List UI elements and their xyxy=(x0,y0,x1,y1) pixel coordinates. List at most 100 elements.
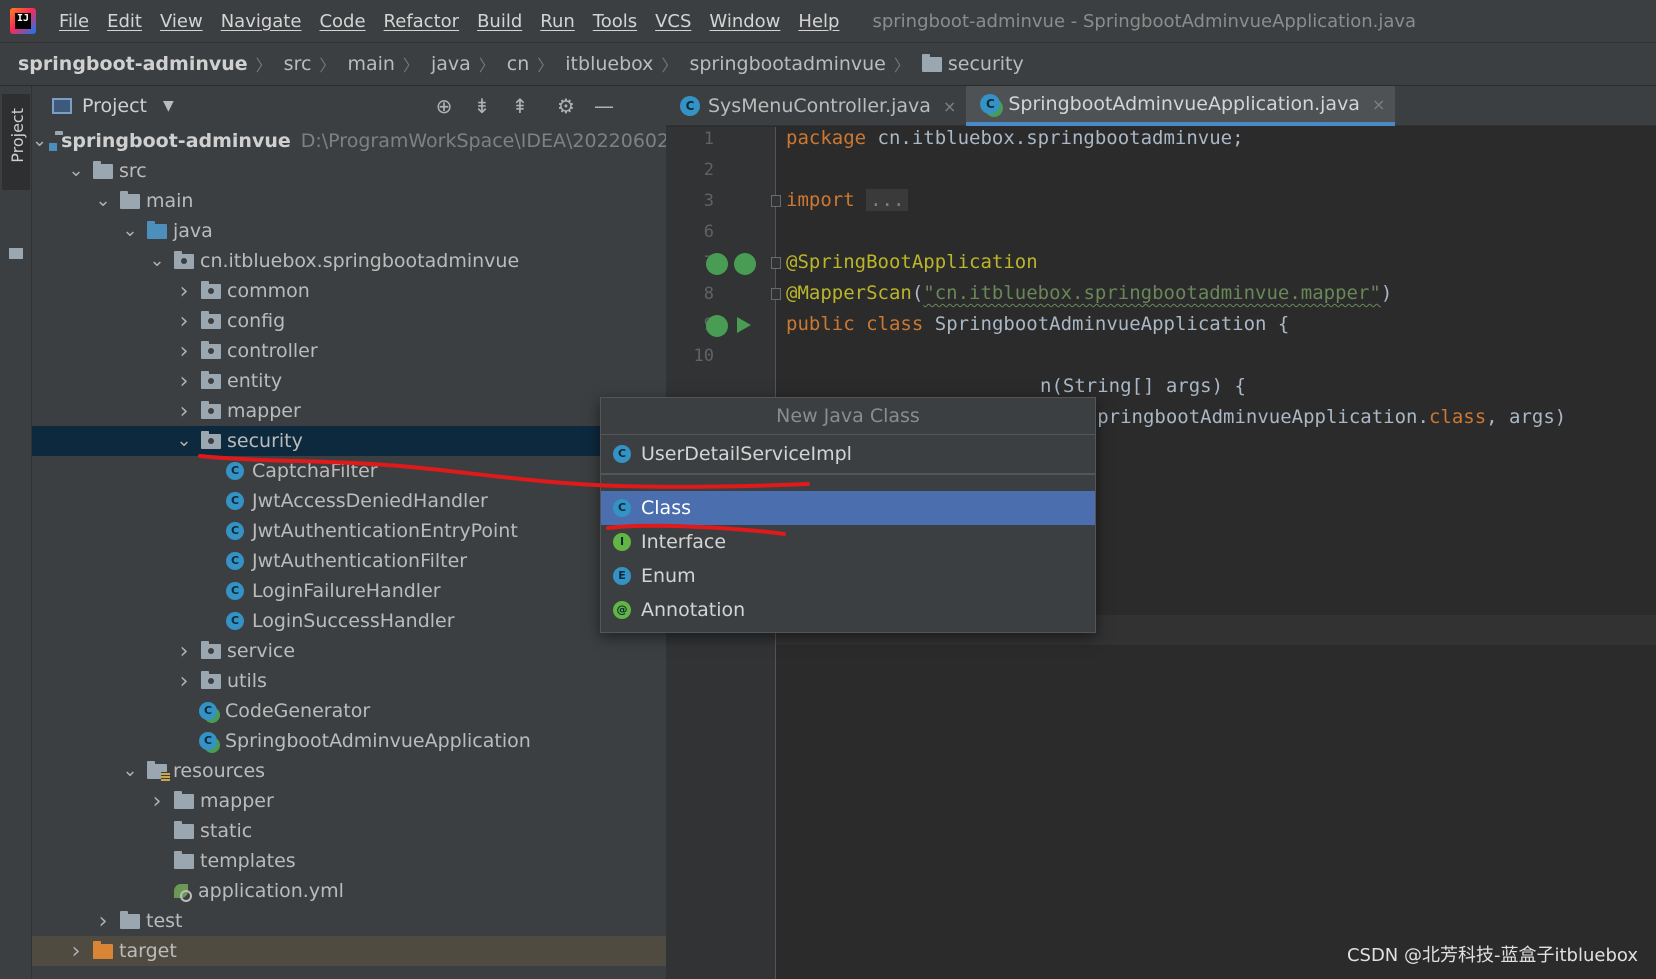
chevron-down-icon[interactable]: ▼ xyxy=(163,98,174,114)
chevron-right-icon[interactable]: › xyxy=(175,279,193,304)
tree-item-application-yml[interactable]: application.yml xyxy=(32,876,666,906)
kind-class-option[interactable]: C Class xyxy=(601,491,1095,525)
tree-item-cn-itbluebox-springbootadminvue[interactable]: ⌄ cn.itbluebox.springbootadminvue xyxy=(32,246,666,276)
chevron-down-icon[interactable]: ⌄ xyxy=(67,162,85,180)
chevron-down-icon[interactable]: ⌄ xyxy=(94,192,112,210)
tree-item-jwtaccessdeniedhandler[interactable]: C JwtAccessDeniedHandler xyxy=(32,486,666,516)
spring-context-icon[interactable] xyxy=(734,253,756,275)
breadcrumb-src[interactable]: src xyxy=(284,53,312,75)
menu-file[interactable]: File xyxy=(50,11,98,32)
menu-refactor[interactable]: Refactor xyxy=(375,11,469,32)
chevron-down-icon[interactable]: ⌄ xyxy=(175,432,193,450)
menu-tools[interactable]: Tools xyxy=(584,11,646,32)
collapse-all-icon[interactable]: ⇞ xyxy=(508,94,532,118)
breadcrumb-project[interactable]: springboot-adminvue xyxy=(18,53,248,75)
tab-springbootadminvueapplication[interactable]: C SpringbootAdminvueApplication.java × xyxy=(966,86,1396,126)
tree-item-java[interactable]: ⌄ java xyxy=(32,216,666,246)
run-icon[interactable] xyxy=(737,317,751,333)
breadcrumb-separator-icon: 〉 xyxy=(319,56,336,75)
folder-icon xyxy=(93,160,113,179)
menu-code[interactable]: Code xyxy=(310,11,374,32)
kind-interface-option[interactable]: I Interface xyxy=(601,525,1095,559)
expand-all-icon[interactable]: ⇟ xyxy=(470,94,494,118)
tree-item-entity[interactable]: › entity xyxy=(32,366,666,396)
tree-item-service[interactable]: › service xyxy=(32,636,666,666)
gear-icon[interactable]: ⚙ xyxy=(554,94,578,118)
breadcrumb-separator-icon: 〉 xyxy=(478,56,495,75)
tree-item-src[interactable]: ⌄ src xyxy=(32,156,666,186)
close-icon[interactable]: × xyxy=(943,97,956,116)
fold-icon[interactable] xyxy=(771,195,781,207)
tree-item-target[interactable]: › target xyxy=(32,936,666,966)
chevron-down-icon[interactable]: ⌄ xyxy=(148,252,166,270)
project-tool-window-tab[interactable]: Project xyxy=(2,94,30,190)
kind-enum-option[interactable]: E Enum xyxy=(601,559,1095,593)
package-icon xyxy=(201,430,221,449)
tree-item-springboot-adminvue[interactable]: ⌄ springboot-adminvue D:\ProgramWorkSpace\… xyxy=(32,126,666,156)
chevron-right-icon[interactable]: › xyxy=(148,789,166,814)
tree-item-utils[interactable]: › utils xyxy=(32,666,666,696)
tree-item-jwtauthenticationentrypoint[interactable]: C JwtAuthenticationEntryPoint xyxy=(32,516,666,546)
chevron-right-icon[interactable]: › xyxy=(175,339,193,364)
tree-item-controller[interactable]: › controller xyxy=(32,336,666,366)
tree-item-templates[interactable]: templates xyxy=(32,846,666,876)
spring-boot-icon[interactable] xyxy=(706,315,728,337)
menu-navigate[interactable]: Navigate xyxy=(212,11,311,32)
kind-annotation-option[interactable]: @ Annotation xyxy=(601,593,1095,627)
tree-item-security[interactable]: ⌄ security xyxy=(32,426,666,456)
line-number: 2 xyxy=(703,160,714,180)
tree-item-static[interactable]: static xyxy=(32,816,666,846)
tree-item-loginsuccesshandler[interactable]: C LoginSuccessHandler xyxy=(32,606,666,636)
fold-icon[interactable] xyxy=(771,257,781,269)
tree-item-mapper[interactable]: › mapper xyxy=(32,786,666,816)
tree-item-label: JwtAuthenticationFilter xyxy=(252,550,468,572)
popup-title: New Java Class xyxy=(601,398,1095,435)
menu-vcs[interactable]: VCS xyxy=(646,11,700,32)
tree-item-jwtauthenticationfilter[interactable]: C JwtAuthenticationFilter xyxy=(32,546,666,576)
tree-item-resources[interactable]: ⌄ resources xyxy=(32,756,666,786)
code-text: , args) xyxy=(1486,406,1567,428)
tree-item-codegenerator[interactable]: C CodeGenerator xyxy=(32,696,666,726)
spring-bean-icon[interactable] xyxy=(706,253,728,275)
breadcrumb-main[interactable]: main xyxy=(347,53,394,75)
menu-edit[interactable]: Edit xyxy=(98,11,151,32)
breadcrumb-java[interactable]: java xyxy=(431,53,471,75)
locate-icon[interactable]: ⊕ xyxy=(432,94,456,118)
hide-icon[interactable]: — xyxy=(592,94,616,118)
chevron-right-icon[interactable]: › xyxy=(175,369,193,394)
tree-item-loginfailurehandler[interactable]: C LoginFailureHandler xyxy=(32,576,666,606)
chevron-right-icon[interactable]: › xyxy=(67,939,85,964)
close-icon[interactable]: × xyxy=(1372,95,1385,114)
chevron-down-icon[interactable]: ⌄ xyxy=(32,132,47,150)
menu-help[interactable]: Help xyxy=(789,11,848,32)
tree-item-config[interactable]: › config xyxy=(32,306,666,336)
chevron-right-icon[interactable]: › xyxy=(175,309,193,334)
tree-item-mapper[interactable]: › mapper xyxy=(32,396,666,426)
breadcrumb-springbootadminvue[interactable]: springbootadminvue xyxy=(689,53,885,75)
class-name-input[interactable]: C UserDetailServiceImpl xyxy=(601,435,1095,475)
tree-item-springbootadminvueapplication[interactable]: C SpringbootAdminvueApplication xyxy=(32,726,666,756)
chevron-right-icon[interactable]: › xyxy=(175,399,193,424)
menu-window[interactable]: Window xyxy=(700,11,789,32)
breadcrumb-itbluebox[interactable]: itbluebox xyxy=(565,53,653,75)
chevron-down-icon[interactable]: ⌄ xyxy=(121,222,139,240)
chevron-right-icon[interactable]: › xyxy=(94,909,112,934)
chevron-right-icon[interactable]: › xyxy=(175,669,193,694)
chevron-down-icon[interactable]: ⌄ xyxy=(121,762,139,780)
menu-run[interactable]: Run xyxy=(531,11,584,32)
breadcrumb-cn[interactable]: cn xyxy=(507,53,530,75)
breadcrumb-security[interactable]: security xyxy=(948,53,1024,75)
tree-item-label: java xyxy=(173,220,213,242)
class-icon: C xyxy=(680,96,700,116)
tree-item-main[interactable]: ⌄ main xyxy=(32,186,666,216)
menu-view[interactable]: View xyxy=(151,11,212,32)
fold-icon[interactable] xyxy=(771,288,781,300)
tree-item-common[interactable]: › common xyxy=(32,276,666,306)
folded-imports[interactable]: ... xyxy=(866,189,909,211)
project-panel-title[interactable]: Project xyxy=(82,95,147,117)
chevron-right-icon[interactable]: › xyxy=(175,639,193,664)
tree-item-captchafilter[interactable]: C CaptchaFilter xyxy=(32,456,666,486)
menu-build[interactable]: Build xyxy=(468,11,531,32)
tab-sysmenucontroller[interactable]: C SysMenuController.java × xyxy=(666,86,966,126)
tree-item-test[interactable]: › test xyxy=(32,906,666,936)
